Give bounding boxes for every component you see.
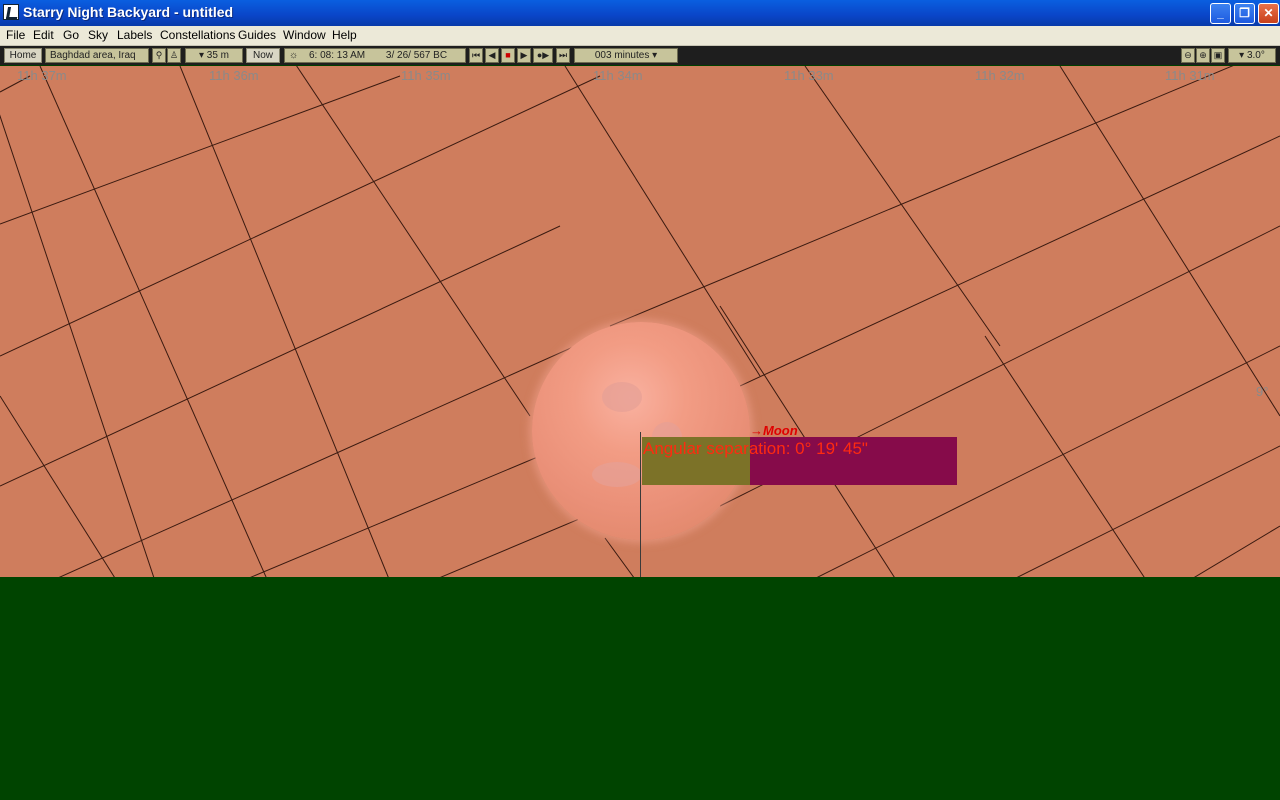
elevation-field[interactable]: ▾ 35 m [185,48,243,63]
forward-fast-icon[interactable]: ⏭ [556,48,570,63]
zoom-fit-icon[interactable]: ▣ [1211,48,1225,63]
binoculars-icon[interactable]: ⚲ [152,48,166,63]
menu-go[interactable]: Go [63,28,79,42]
grid-line [1016,445,1280,577]
close-button[interactable]: ✕ [1258,3,1279,24]
ra-label: 11h 31m [1165,68,1215,83]
grid-line [0,75,401,225]
clock-icon: ☼ [289,50,299,61]
zoom-out-icon[interactable]: ⊖ [1181,48,1195,63]
grid-line [719,225,1280,507]
moon-crater [652,422,682,452]
grid-line [1059,66,1280,417]
rewind-fast-icon[interactable]: ⏮ [469,48,483,63]
window-title: Starry Night Backyard - untitled [23,4,234,20]
grid-line [984,335,1145,577]
menu-guides[interactable]: Guides [238,28,276,42]
title-bar: Starry Night Backyard - untitled _ ❐ ✕ [0,0,1280,26]
separation-marker-line [640,432,641,577]
menu-window[interactable]: Window [283,28,326,42]
grid-line [0,114,155,577]
zoom-in-icon[interactable]: ⊕ [1196,48,1210,63]
stop-icon[interactable]: ■ [501,48,515,63]
moon[interactable] [532,322,750,540]
menu-file[interactable]: File [6,28,25,42]
moon-crater [602,382,642,412]
grid-line [0,75,601,357]
ra-label: 11h 36m [209,68,259,83]
menu-constellations[interactable]: Constellations [160,28,235,42]
person-icon[interactable]: ♙ [167,48,181,63]
location-field[interactable]: Baghdad area, Iraq [45,48,149,63]
minimize-button[interactable]: _ [1210,3,1231,24]
ra-label: 11h 35m [401,68,451,83]
time-step-dropdown[interactable]: 003 minutes ▾ [574,48,678,63]
grid-line [604,537,635,577]
fov-dropdown[interactable]: ▾ 3.0° [1228,48,1276,63]
restore-button[interactable]: ❐ [1234,3,1255,24]
forward-step-icon[interactable]: ●▶ [533,48,553,63]
date-value: 3/ 26/ 567 BC [385,50,448,61]
step-back-icon[interactable]: ◀ [485,48,499,63]
moon-crater [592,462,642,487]
grid-line [179,66,389,577]
menu-sky[interactable]: Sky [88,28,108,42]
dec-label: 9° [1256,384,1269,399]
grid-line [296,66,531,417]
ra-label: 11h 32m [975,68,1025,83]
play-icon[interactable]: ▶ [517,48,531,63]
toolbar: Home Baghdad area, Iraq ⚲ ♙ ▾ 35 m Now ☼… [0,46,1280,65]
menu-edit[interactable]: Edit [33,28,54,42]
menu-bar: File Edit Go Sky Labels Constellations G… [0,26,1280,46]
ra-label: 11h 34m [593,68,643,83]
grid-line [0,225,561,487]
home-button[interactable]: Home [4,48,42,63]
app-icon[interactable] [3,4,19,20]
horizon-ground[interactable] [0,577,1280,800]
ra-label: 11h 37m [17,68,67,83]
grid-line [739,135,1280,387]
menu-labels[interactable]: Labels [117,28,152,42]
now-button[interactable]: Now [246,48,280,63]
grid-line [250,455,541,577]
time-value: 6: 08: 13 AM [308,50,366,61]
menu-help[interactable]: Help [332,28,357,42]
ra-label: 11h 33m [784,68,834,83]
time-date-field[interactable]: ☼ 6: 08: 13 AM 3/ 26/ 567 BC [284,48,466,63]
grid-line [1194,525,1280,577]
grid-line [609,66,1234,327]
grid-line [804,66,1001,347]
